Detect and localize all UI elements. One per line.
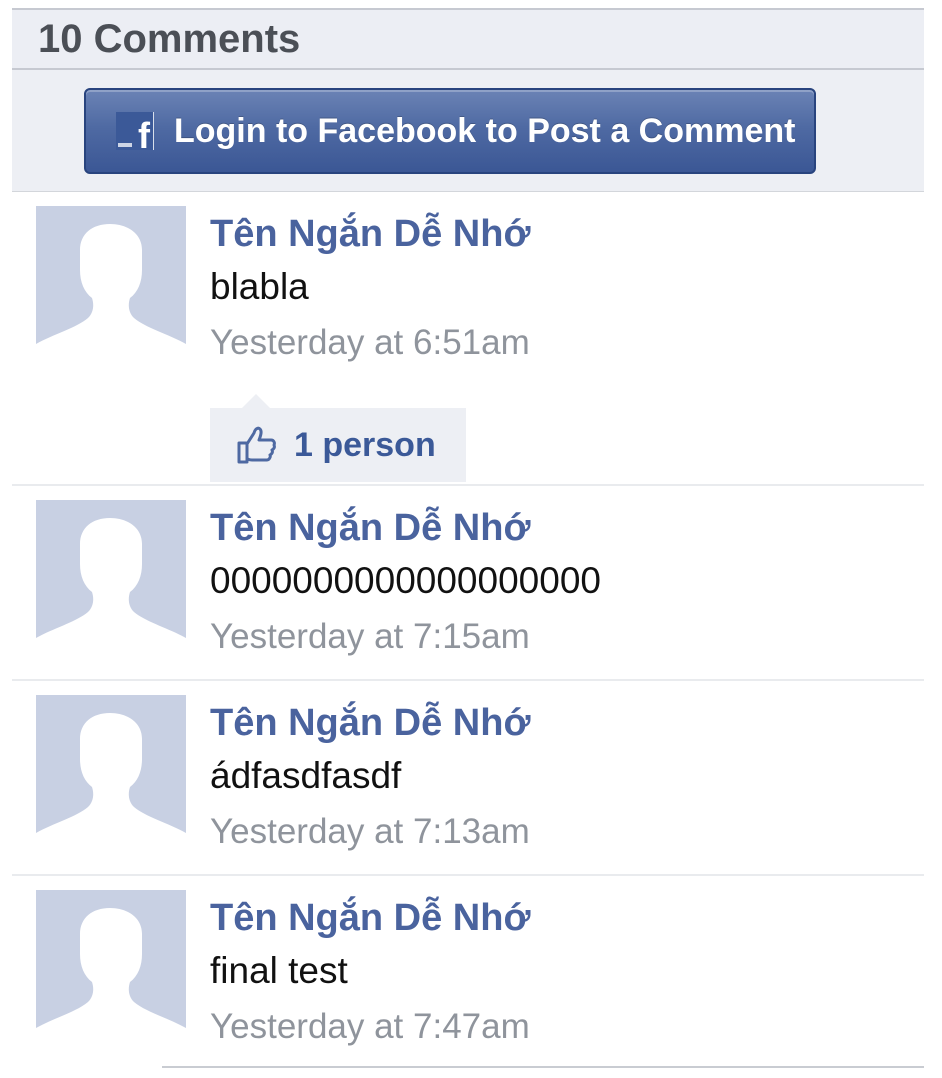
comment-timestamp[interactable]: Yesterday at 6:51am	[210, 314, 924, 372]
default-avatar-silhouette-icon	[36, 713, 186, 845]
comment-item: Tên Ngắn Dễ Nhớ blabla Yesterday at 6:51…	[12, 192, 924, 486]
divider	[162, 1066, 924, 1068]
comment-text: ádfasdfasdf	[210, 755, 402, 796]
avatar[interactable]	[36, 500, 186, 650]
like-count-label: 1 person	[294, 425, 436, 464]
facebook-icon: f	[116, 112, 154, 154]
login-button-label: Login to Facebook to Post a Comment	[174, 111, 796, 150]
comment-item: Tên Ngắn Dễ Nhớ ádfasdfasdf Yesterday at…	[12, 681, 924, 876]
comment-item: Tên Ngắn Dễ Nhớ 0000000000000000000 Yest…	[12, 486, 924, 681]
comment-body: Tên Ngắn Dễ Nhớ blabla Yesterday at 6:51…	[210, 208, 924, 482]
comments-header: 10 Comments	[12, 8, 924, 70]
login-to-facebook-button[interactable]: f Login to Facebook to Post a Comment	[84, 88, 816, 174]
comment-timestamp[interactable]: Yesterday at 7:15am	[210, 608, 924, 666]
thumbs-up-icon	[237, 426, 276, 464]
comment-timestamp[interactable]: Yesterday at 7:47am	[210, 998, 924, 1056]
default-avatar-silhouette-icon	[36, 518, 186, 650]
avatar[interactable]	[36, 695, 186, 845]
comment-author-link[interactable]: Tên Ngắn Dễ Nhớ	[210, 697, 924, 749]
comments-widget: 10 Comments f Login to Facebook to Post …	[12, 8, 924, 1078]
comment-count-title: 10 Comments	[38, 16, 301, 61]
comment-text: 0000000000000000000	[210, 560, 601, 601]
avatar[interactable]	[36, 890, 186, 1040]
comment-body: Tên Ngắn Dễ Nhớ ádfasdfasdf Yesterday at…	[210, 697, 924, 861]
login-bar: f Login to Facebook to Post a Comment	[12, 70, 924, 192]
comment-item: Tên Ngắn Dễ Nhớ final test Yesterday at …	[12, 876, 924, 1068]
default-avatar-silhouette-icon	[36, 908, 186, 1040]
comment-author-link[interactable]: Tên Ngắn Dễ Nhớ	[210, 502, 924, 554]
comment-text: final test	[210, 950, 348, 991]
comment-body: Tên Ngắn Dễ Nhớ 0000000000000000000 Yest…	[210, 502, 924, 666]
comment-timestamp[interactable]: Yesterday at 7:13am	[210, 803, 924, 861]
comment-body: Tên Ngắn Dễ Nhớ final test Yesterday at …	[210, 892, 924, 1056]
default-avatar-silhouette-icon	[36, 224, 186, 356]
avatar[interactable]	[36, 206, 186, 356]
like-count-box[interactable]: 1 person	[210, 394, 466, 482]
comment-author-link[interactable]: Tên Ngắn Dễ Nhớ	[210, 892, 924, 944]
comment-text: blabla	[210, 266, 309, 307]
comment-author-link[interactable]: Tên Ngắn Dễ Nhớ	[210, 208, 924, 260]
